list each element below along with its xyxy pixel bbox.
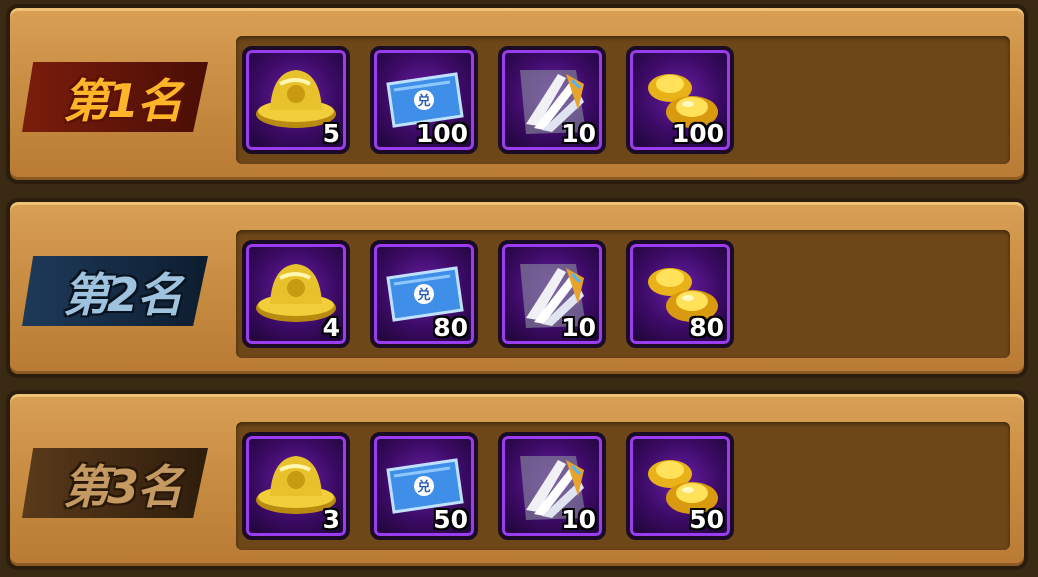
reward-quantity: 10 xyxy=(561,505,596,534)
reward-slot-hat[interactable]: 4 xyxy=(242,240,350,348)
reward-slot-hat[interactable]: 3 xyxy=(242,432,350,540)
reward-quantity: 10 xyxy=(561,119,596,148)
reward-slot-ticket[interactable]: 兑 50 xyxy=(370,432,478,540)
reward-slot-wing[interactable]: 10 xyxy=(498,240,606,348)
reward-quantity: 50 xyxy=(433,505,468,534)
rank-row-2: 第2名 4 兑 80 10 80 xyxy=(6,198,1028,378)
reward-tray: 5 兑 100 10 100 xyxy=(236,36,1010,164)
reward-quantity: 80 xyxy=(433,313,468,342)
reward-slot-gold[interactable]: 50 xyxy=(626,432,734,540)
reward-slot-hat[interactable]: 5 xyxy=(242,46,350,154)
reward-slot-wing[interactable]: 10 xyxy=(498,46,606,154)
reward-quantity: 50 xyxy=(689,505,724,534)
rank-row-1: 第1名 5 兑 100 10 100 xyxy=(6,4,1028,184)
reward-slot-ticket[interactable]: 兑 100 xyxy=(370,46,478,154)
reward-tray: 3 兑 50 10 50 xyxy=(236,422,1010,550)
reward-slot-wing[interactable]: 10 xyxy=(498,432,606,540)
reward-quantity: 4 xyxy=(322,313,340,342)
rank-label: 第3名 xyxy=(62,460,183,514)
reward-quantity: 100 xyxy=(671,119,724,148)
svg-text:兑: 兑 xyxy=(417,287,430,303)
rank-label: 第2名 xyxy=(62,268,183,322)
svg-text:兑: 兑 xyxy=(417,479,430,495)
reward-quantity: 100 xyxy=(415,119,468,148)
reward-slot-gold[interactable]: 80 xyxy=(626,240,734,348)
rank-label: 第1名 xyxy=(62,74,183,128)
reward-quantity: 5 xyxy=(322,119,340,148)
reward-quantity: 10 xyxy=(561,313,596,342)
reward-slot-gold[interactable]: 100 xyxy=(626,46,734,154)
rank-row-3: 第3名 3 兑 50 10 50 xyxy=(6,390,1028,570)
reward-quantity: 80 xyxy=(689,313,724,342)
reward-quantity: 3 xyxy=(322,505,340,534)
reward-tray: 4 兑 80 10 80 xyxy=(236,230,1010,358)
svg-text:兑: 兑 xyxy=(417,93,430,109)
reward-slot-ticket[interactable]: 兑 80 xyxy=(370,240,478,348)
